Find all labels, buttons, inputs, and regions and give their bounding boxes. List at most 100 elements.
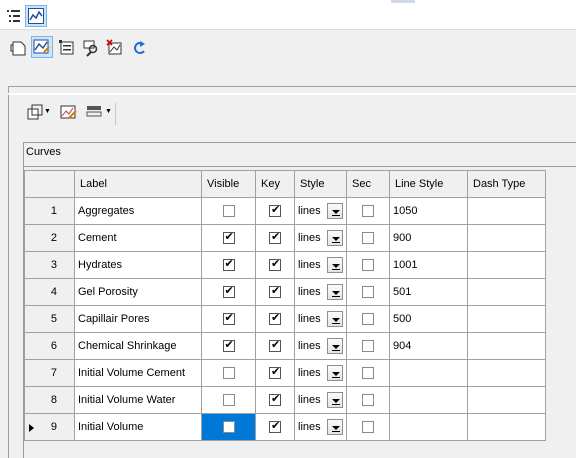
visible-checkbox[interactable] (222, 284, 235, 299)
style-combobox[interactable]: lines (294, 359, 347, 387)
sec-checkbox[interactable] (362, 313, 374, 326)
table-row[interactable]: 6 Chemical Shrinkage lines 904 (24, 332, 546, 360)
table-row[interactable]: 5 Capillair Pores lines 500 (24, 305, 546, 333)
visible-checkbox[interactable] (222, 311, 235, 326)
visible-checkbox[interactable] (222, 230, 235, 245)
line-style-cell[interactable]: 1050 (389, 197, 468, 225)
chart-edit-icon[interactable] (31, 36, 53, 58)
chart-view-icon[interactable] (25, 5, 47, 27)
visible-checkbox[interactable] (222, 205, 235, 218)
label-cell[interactable]: Hydrates (74, 251, 202, 279)
column-header-visible[interactable]: Visible (201, 170, 256, 198)
sec-checkbox[interactable] (362, 259, 374, 272)
sec-checkbox[interactable] (362, 367, 374, 380)
style-dropdown-button[interactable] (327, 338, 343, 354)
style-dropdown-button[interactable] (327, 257, 343, 273)
style-dropdown-button[interactable] (327, 284, 343, 300)
format-dropdown[interactable]: ▼ (82, 101, 116, 125)
document-icon[interactable] (8, 37, 30, 59)
column-header-key[interactable]: Key (255, 170, 295, 198)
row-header[interactable]: 4 (24, 278, 75, 306)
style-combobox[interactable]: lines (294, 386, 347, 414)
key-checkbox[interactable] (269, 365, 281, 380)
line-style-cell[interactable] (389, 386, 468, 414)
line-style-cell[interactable]: 501 (389, 278, 468, 306)
column-header-sec[interactable]: Sec (346, 170, 390, 198)
column-header-label[interactable]: Label (74, 170, 202, 198)
visible-cell[interactable] (201, 359, 256, 387)
sec-checkbox[interactable] (362, 394, 374, 407)
style-dropdown-button[interactable] (327, 365, 343, 381)
key-checkbox[interactable] (269, 257, 281, 272)
visible-cell[interactable] (201, 224, 256, 252)
line-style-cell[interactable] (389, 359, 468, 387)
key-cell[interactable] (255, 359, 295, 387)
visible-cell[interactable] (201, 305, 256, 333)
visible-cell[interactable] (201, 386, 256, 414)
delete-chart-icon[interactable] (104, 37, 126, 59)
key-cell[interactable] (255, 197, 295, 225)
style-dropdown-button[interactable] (327, 419, 343, 435)
key-cell[interactable] (255, 386, 295, 414)
line-style-cell[interactable] (389, 413, 468, 441)
visible-checkbox[interactable] (222, 421, 235, 434)
style-combobox[interactable]: lines (294, 413, 347, 441)
sec-cell[interactable] (346, 332, 390, 360)
style-dropdown-button[interactable] (327, 203, 343, 219)
table-row[interactable]: 7 Initial Volume Cement lines (24, 359, 546, 387)
row-header[interactable]: 9 (24, 413, 75, 441)
style-dropdown-button[interactable] (327, 311, 343, 327)
table-row[interactable]: 2 Cement lines 900 (24, 224, 546, 252)
sec-cell[interactable] (346, 413, 390, 441)
edit-curves-icon[interactable] (58, 101, 80, 123)
sec-checkbox[interactable] (362, 286, 374, 299)
sec-checkbox[interactable] (362, 340, 374, 353)
key-cell[interactable] (255, 251, 295, 279)
sec-checkbox[interactable] (362, 421, 374, 434)
label-cell[interactable]: Initial Volume Cement (74, 359, 202, 387)
sec-cell[interactable] (346, 305, 390, 333)
key-checkbox[interactable] (269, 284, 281, 299)
visible-cell[interactable] (201, 197, 256, 225)
dash-type-cell[interactable] (467, 278, 546, 306)
style-combobox[interactable]: lines (294, 224, 347, 252)
column-header-dash-type[interactable]: Dash Type (467, 170, 546, 198)
row-header[interactable]: 1 (24, 197, 75, 225)
dash-type-cell[interactable] (467, 251, 546, 279)
key-cell[interactable] (255, 305, 295, 333)
sec-checkbox[interactable] (362, 232, 374, 245)
table-row[interactable]: 9 Initial Volume lines (24, 413, 546, 441)
visible-checkbox[interactable] (222, 394, 235, 407)
table-row[interactable]: 8 Initial Volume Water lines (24, 386, 546, 414)
key-checkbox[interactable] (269, 203, 281, 218)
sec-cell[interactable] (346, 359, 390, 387)
visible-cell[interactable] (201, 251, 256, 279)
key-cell[interactable] (255, 413, 295, 441)
dash-type-cell[interactable] (467, 386, 546, 414)
row-header[interactable]: 2 (24, 224, 75, 252)
sec-checkbox[interactable] (362, 205, 374, 218)
visible-cell[interactable] (201, 413, 256, 441)
dash-type-cell[interactable] (467, 359, 546, 387)
key-checkbox[interactable] (269, 230, 281, 245)
visible-cell[interactable] (201, 332, 256, 360)
style-combobox[interactable]: lines (294, 305, 347, 333)
key-checkbox[interactable] (269, 311, 281, 326)
table-row[interactable]: 1 Aggregates lines 1050 (24, 197, 546, 225)
label-cell[interactable]: Initial Volume (74, 413, 202, 441)
label-cell[interactable]: Cement (74, 224, 202, 252)
dash-type-cell[interactable] (467, 224, 546, 252)
line-style-cell[interactable]: 500 (389, 305, 468, 333)
table-row[interactable]: 4 Gel Porosity lines 501 (24, 278, 546, 306)
key-cell[interactable] (255, 332, 295, 360)
style-combobox[interactable]: lines (294, 251, 347, 279)
label-cell[interactable]: Aggregates (74, 197, 202, 225)
label-cell[interactable]: Capillair Pores (74, 305, 202, 333)
key-checkbox[interactable] (269, 419, 281, 434)
dash-type-cell[interactable] (467, 332, 546, 360)
sec-cell[interactable] (346, 224, 390, 252)
column-header-style[interactable]: Style (294, 170, 347, 198)
sec-cell[interactable] (346, 278, 390, 306)
visible-checkbox[interactable] (222, 367, 235, 380)
line-style-cell[interactable]: 904 (389, 332, 468, 360)
